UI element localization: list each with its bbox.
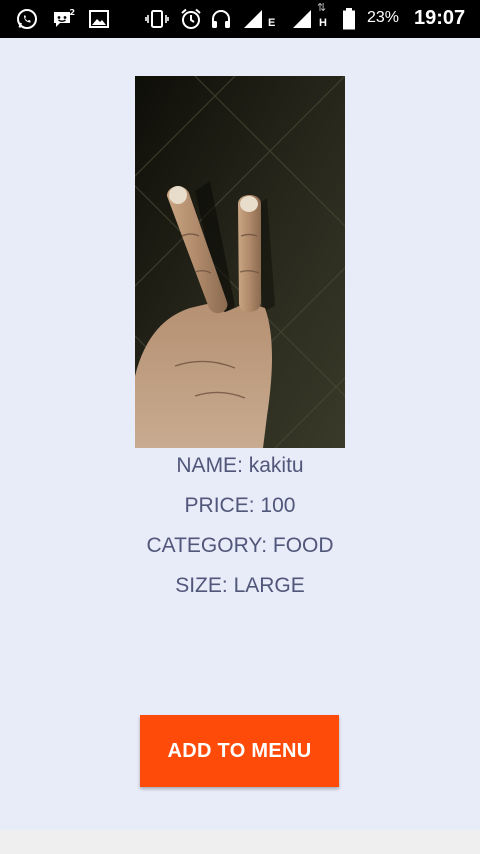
vibrate-icon [145,8,169,30]
add-to-menu-button[interactable]: ADD TO MENU [140,715,339,787]
product-photo [135,76,345,448]
alarm-icon [180,8,202,30]
network-type-icon: E [268,17,276,29]
status-bar: 2 E ⇅ H 23% 19:07 [0,0,480,38]
product-size: SIZE: LARGE [175,574,305,597]
clock: 19:07 [414,7,466,29]
signal-icon [242,8,264,30]
battery-percent: 23% [367,9,400,26]
headset-icon [210,8,232,30]
signal-icon [291,8,313,30]
svg-text:2: 2 [70,8,76,17]
product-category: CATEGORY: FOOD [146,534,334,557]
data-activity-icon: ⇅ [317,2,327,14]
product-details: NAME: kakitu PRICE: 100 CATEGORY: FOOD S… [0,449,480,609]
bottom-strip [0,830,480,854]
product-price: PRICE: 100 [184,494,296,517]
battery-icon [342,8,356,30]
product-name: NAME: kakitu [176,454,304,477]
messenger-notification-icon: 2 [52,8,76,30]
gallery-icon [88,8,110,30]
product-detail-screen: NAME: kakitu PRICE: 100 CATEGORY: FOOD S… [0,38,480,830]
network-type-icon: H [319,17,327,29]
whatsapp-icon [16,8,38,30]
